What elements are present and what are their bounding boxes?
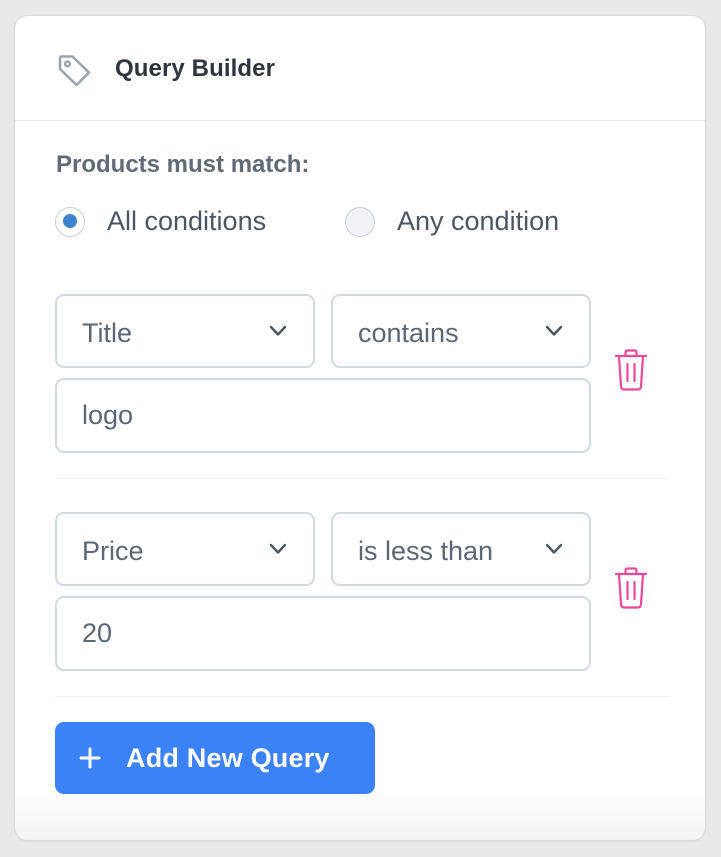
- delete-query-trash-icon[interactable]: [613, 348, 649, 392]
- value-input[interactable]: [55, 378, 591, 453]
- operator-select-value: is less than: [358, 536, 494, 566]
- add-new-query-button[interactable]: Add New Query: [55, 722, 375, 794]
- operator-select[interactable]: is less than: [331, 512, 591, 586]
- query-divider: [55, 478, 669, 479]
- match-label: Products must match:: [56, 151, 310, 178]
- field-select[interactable]: Price: [55, 512, 315, 586]
- card-header: Query Builder: [15, 16, 705, 121]
- radio-button-checked[interactable]: [55, 206, 85, 237]
- add-new-query-label: Add New Query: [126, 742, 330, 773]
- radio-button-unchecked[interactable]: [345, 206, 375, 237]
- field-select-value: Price: [82, 536, 144, 566]
- operator-select[interactable]: contains: [331, 294, 591, 368]
- field-select[interactable]: Title: [55, 294, 315, 368]
- operator-select-value: contains: [358, 318, 459, 348]
- chevron-down-icon: [545, 325, 563, 336]
- radio-all-conditions[interactable]: All conditions: [55, 206, 266, 237]
- value-input[interactable]: [55, 596, 591, 671]
- field-select-value: Title: [82, 318, 133, 348]
- query-divider: [55, 696, 669, 697]
- plus-icon: [79, 747, 101, 769]
- radio-label-any: Any condition: [397, 206, 560, 236]
- radio-any-condition[interactable]: Any condition: [345, 206, 559, 237]
- query-builder-card: Query Builder Products must match: All c…: [14, 15, 706, 841]
- chevron-down-icon: [545, 543, 563, 554]
- card-title: Query Builder: [115, 55, 276, 82]
- chevron-down-icon: [269, 543, 287, 554]
- radio-label-all: All conditions: [107, 206, 267, 236]
- tag-icon: [58, 55, 91, 87]
- delete-query-trash-icon[interactable]: [613, 566, 649, 610]
- chevron-down-icon: [269, 325, 287, 336]
